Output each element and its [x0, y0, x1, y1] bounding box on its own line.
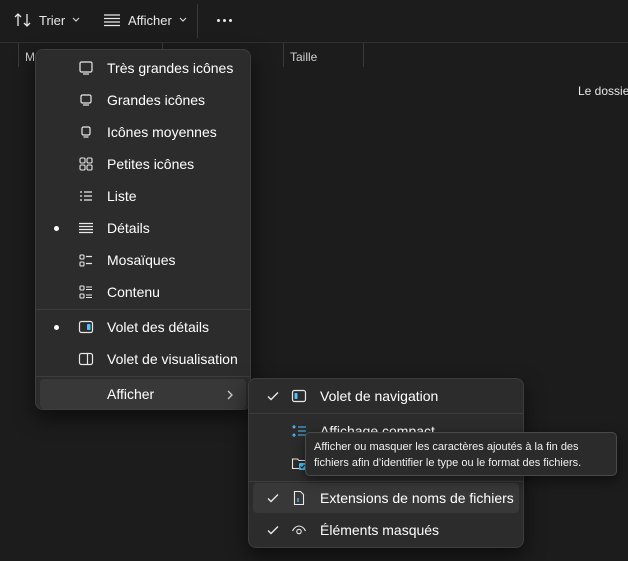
lines-icon [103, 13, 121, 27]
chevron-right-icon [224, 388, 236, 400]
menu-separator [249, 413, 523, 414]
empty-folder-message: Le dossier [578, 84, 628, 98]
navigation-pane-icon [291, 388, 307, 404]
selected-bullet-icon [54, 325, 59, 330]
preview-pane-icon [78, 351, 94, 367]
checkmark-icon [266, 389, 280, 403]
menu-item-label: Détails [107, 220, 150, 236]
column-divider [18, 43, 19, 67]
menu-separator [36, 309, 250, 310]
menu-separator [249, 481, 523, 482]
chevron-down-icon [72, 17, 80, 23]
menu-item-hidden-items[interactable]: Éléments masqués [253, 515, 519, 545]
menu-item-preview-pane[interactable]: Volet de visualisation [40, 344, 246, 374]
checkmark-icon [266, 523, 280, 537]
checkmark-icon [266, 491, 280, 505]
command-bar: Trier Afficher [0, 0, 628, 42]
column-size[interactable]: Taille [290, 50, 317, 64]
menu-item-label: Icônes moyennes [107, 124, 217, 140]
menu-item-label: Afficher [107, 386, 155, 402]
menu-item-label: Éléments masqués [320, 522, 440, 538]
menu-item-large-icons[interactable]: Grandes icônes [40, 85, 246, 115]
eye-icon [291, 522, 307, 538]
menu-item-label: Extensions de noms de fichiers [320, 490, 514, 506]
menu-item-tiles[interactable]: Mosaïques [40, 245, 246, 275]
menu-item-label: Volet de visualisation [107, 351, 238, 367]
menu-item-label: Contenu [107, 284, 160, 300]
menu-item-file-name-extensions[interactable]: Extensions de noms de fichiers [253, 483, 519, 513]
menu-item-details[interactable]: Détails [40, 213, 246, 243]
menu-item-label: Grandes icônes [107, 92, 206, 108]
tooltip: Afficher ou masquer les caractères ajout… [305, 432, 617, 476]
menu-item-details-pane[interactable]: Volet des détails [40, 312, 246, 342]
view-label: Afficher [128, 12, 172, 28]
details-pane-icon [78, 319, 94, 335]
chevron-down-icon [179, 17, 187, 23]
content-icon [78, 284, 94, 300]
menu-item-medium-icons[interactable]: Icônes moyennes [40, 117, 246, 147]
menu-item-show[interactable]: Afficher [40, 379, 246, 409]
monitor-icon [78, 60, 94, 76]
column-divider [363, 43, 364, 67]
menu-item-label: Mosaïques [107, 252, 176, 268]
column-divider [283, 43, 284, 67]
menu-item-content[interactable]: Contenu [40, 277, 246, 307]
list-icon [78, 188, 94, 204]
column-name[interactable]: M [25, 50, 35, 64]
menu-item-small-icons[interactable]: Petites icônes [40, 149, 246, 179]
selected-bullet-icon [54, 226, 59, 231]
tiles-icon [78, 252, 94, 268]
menu-item-label: Liste [107, 188, 137, 204]
monitor-icon [78, 92, 94, 108]
sort-label: Trier [39, 12, 66, 28]
menu-item-label: Volet de navigation [320, 388, 439, 404]
menu-item-label: Petites icônes [107, 156, 195, 172]
file-extension-icon [291, 490, 307, 506]
more-dots-icon[interactable] [212, 8, 236, 32]
grid-icon [78, 156, 94, 172]
menu-item-label: Volet des détails [107, 319, 209, 335]
menu-item-label: Très grandes icônes [107, 60, 234, 76]
menu-separator [36, 376, 250, 377]
view-button[interactable]: Afficher [103, 6, 187, 34]
menu-item-extra-large-icons[interactable]: Très grandes icônes [40, 53, 246, 83]
sort-button[interactable]: Trier [14, 6, 80, 34]
sort-arrows-icon [14, 12, 32, 28]
view-menu: Très grandes icônes Grandes icônes Icône… [35, 49, 251, 410]
toolbar-divider [197, 4, 198, 38]
menu-item-navigation-pane[interactable]: Volet de navigation [253, 381, 519, 411]
small-monitor-icon [78, 124, 94, 140]
details-icon [78, 220, 94, 236]
menu-item-list[interactable]: Liste [40, 181, 246, 211]
